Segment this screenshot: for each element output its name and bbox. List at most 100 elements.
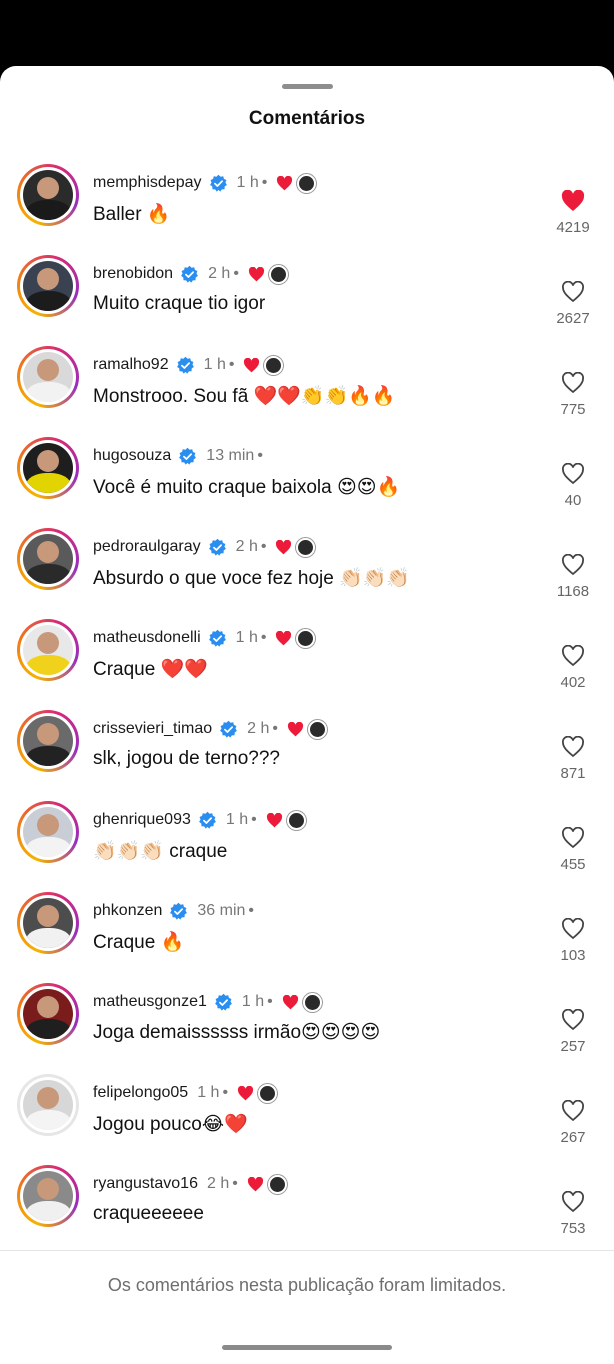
comments-limited-note: Os comentários nesta publicação foram li…	[107, 1275, 507, 1295]
verified-badge-icon	[179, 447, 197, 465]
avatar-frame	[20, 804, 76, 860]
comment-username[interactable]: phkonzen	[93, 902, 162, 920]
avatar[interactable]	[17, 801, 79, 863]
comment-username[interactable]: ramalho92	[93, 356, 169, 374]
comment-item[interactable]: ryangustavo16 2 h • craqueeeeee 753	[0, 1159, 614, 1250]
comment-item[interactable]: brenobidon 2 h • Muito craque tio igor 2…	[0, 249, 614, 340]
heart-icon[interactable]	[561, 918, 585, 940]
author-avatar	[296, 628, 316, 648]
heart-icon[interactable]	[561, 736, 585, 758]
author-liked-heart-icon	[244, 357, 260, 372]
avatar-image	[23, 1171, 73, 1221]
author-avatar	[297, 173, 317, 193]
comment-time: 1 h	[241, 993, 265, 1010]
comment-time: 2 h	[247, 720, 270, 737]
like-control[interactable]: 1168	[550, 554, 596, 600]
comment-item[interactable]: ghenrique093 1 h • 👏🏻👏🏻👏🏻 craque 455	[0, 795, 614, 886]
like-control[interactable]: 775	[550, 372, 596, 418]
avatar-frame	[20, 440, 76, 496]
comment-item[interactable]: matheusgonze1 1 h • Joga demaissssss irm…	[0, 977, 614, 1068]
comment-time: 1 h	[203, 356, 226, 373]
heart-icon[interactable]	[561, 1191, 585, 1213]
comment-list: memphisdepay 1 h • Baller 🔥 4219 brenobi…	[0, 158, 614, 1250]
comment-item[interactable]: pedroraulgaray 2 h • Absurdo o que voce …	[0, 522, 614, 613]
comment-meta: brenobidon 2 h •	[93, 263, 288, 285]
comment-username[interactable]: hugosouza	[93, 447, 171, 465]
like-control[interactable]: 4219	[550, 190, 596, 236]
avatar[interactable]	[17, 1074, 79, 1136]
comment-item[interactable]: matheusdonelli 1 h • Craque ❤️❤️ 402	[0, 613, 614, 704]
comment-text: Craque ❤️❤️	[93, 659, 208, 680]
avatar-image	[23, 1080, 73, 1130]
comment-item[interactable]: hugosouza 13 min • Você é muito craque b…	[0, 431, 614, 522]
comment-username[interactable]: brenobidon	[93, 265, 173, 283]
like-control[interactable]: 871	[550, 736, 596, 782]
avatar[interactable]	[17, 528, 79, 590]
avatar-head	[37, 1087, 59, 1109]
like-control[interactable]: 257	[550, 1009, 596, 1055]
comment-item[interactable]: memphisdepay 1 h • Baller 🔥 4219	[0, 158, 614, 249]
author-avatar	[302, 992, 322, 1012]
heart-icon[interactable]	[561, 1009, 585, 1031]
comment-text: Você é muito craque baixola 😍😍🔥	[93, 477, 401, 498]
comment-time: 2 h	[208, 265, 231, 282]
avatar-head	[37, 632, 59, 654]
comment-username[interactable]: ghenrique093	[93, 811, 191, 829]
heart-icon[interactable]	[561, 1100, 585, 1122]
comment-meta: memphisdepay 1 h •	[93, 172, 317, 194]
like-control[interactable]: 402	[550, 645, 596, 691]
avatar-body	[25, 928, 71, 948]
avatar[interactable]	[17, 437, 79, 499]
author-avatar	[264, 355, 284, 375]
avatar[interactable]	[17, 164, 79, 226]
avatar-head	[37, 814, 59, 836]
heart-icon[interactable]	[561, 554, 585, 576]
comment-username[interactable]: pedroraulgaray	[93, 538, 201, 556]
avatar-body	[25, 837, 71, 857]
verified-badge-icon	[181, 265, 198, 283]
divider	[0, 1250, 614, 1251]
avatar[interactable]	[17, 983, 79, 1045]
avatar[interactable]	[17, 1165, 79, 1227]
comment-username[interactable]: memphisdepay	[93, 174, 202, 192]
avatar[interactable]	[17, 710, 79, 772]
verified-badge-icon	[208, 629, 226, 647]
like-control[interactable]: 40	[550, 463, 596, 509]
comment-username[interactable]: felipelongo05	[93, 1084, 188, 1102]
like-count: 103	[560, 947, 586, 964]
like-control[interactable]: 2627	[550, 281, 596, 327]
avatar[interactable]	[17, 619, 79, 681]
comment-item[interactable]: phkonzen 36 min • Craque 🔥 103	[0, 886, 614, 977]
avatar-frame	[20, 531, 76, 587]
comment-item[interactable]: crissevieri_timao 2 h • slk, jogou de te…	[0, 704, 614, 795]
comment-username[interactable]: ryangustavo16	[93, 1175, 198, 1193]
avatar-image	[23, 443, 73, 493]
comment-item[interactable]: ramalho92 1 h • Monstrooo. Sou fã ❤️❤️👏👏…	[0, 340, 614, 431]
verified-badge-icon	[170, 902, 188, 920]
avatar-image	[23, 989, 73, 1039]
like-control[interactable]: 753	[550, 1191, 596, 1237]
comment-username[interactable]: matheusdonelli	[93, 629, 201, 647]
avatar-image	[23, 261, 73, 311]
avatar-head	[37, 541, 59, 563]
heart-icon[interactable]	[561, 827, 585, 849]
separator-dot: •	[222, 1084, 229, 1101]
heart-icon[interactable]	[561, 463, 585, 485]
comment-item[interactable]: felipelongo05 1 h • Jogou pouco😂❤️ 267	[0, 1068, 614, 1159]
comment-username[interactable]: crissevieri_timao	[93, 720, 212, 738]
like-control[interactable]: 103	[550, 918, 596, 964]
avatar[interactable]	[17, 255, 79, 317]
heart-icon[interactable]	[561, 645, 585, 667]
author-liked-heart-icon	[247, 1176, 263, 1191]
heart-icon[interactable]	[561, 281, 585, 303]
home-indicator[interactable]	[222, 1345, 392, 1350]
drag-handle[interactable]	[282, 84, 333, 89]
comment-username[interactable]: matheusgonze1	[93, 993, 207, 1011]
heart-icon[interactable]	[561, 372, 585, 394]
comment-text: craqueeeeee	[93, 1203, 204, 1224]
like-control[interactable]: 267	[550, 1100, 596, 1146]
like-control[interactable]: 455	[550, 827, 596, 873]
avatar-body	[25, 1110, 71, 1130]
avatar[interactable]	[17, 892, 79, 954]
avatar[interactable]	[17, 346, 79, 408]
